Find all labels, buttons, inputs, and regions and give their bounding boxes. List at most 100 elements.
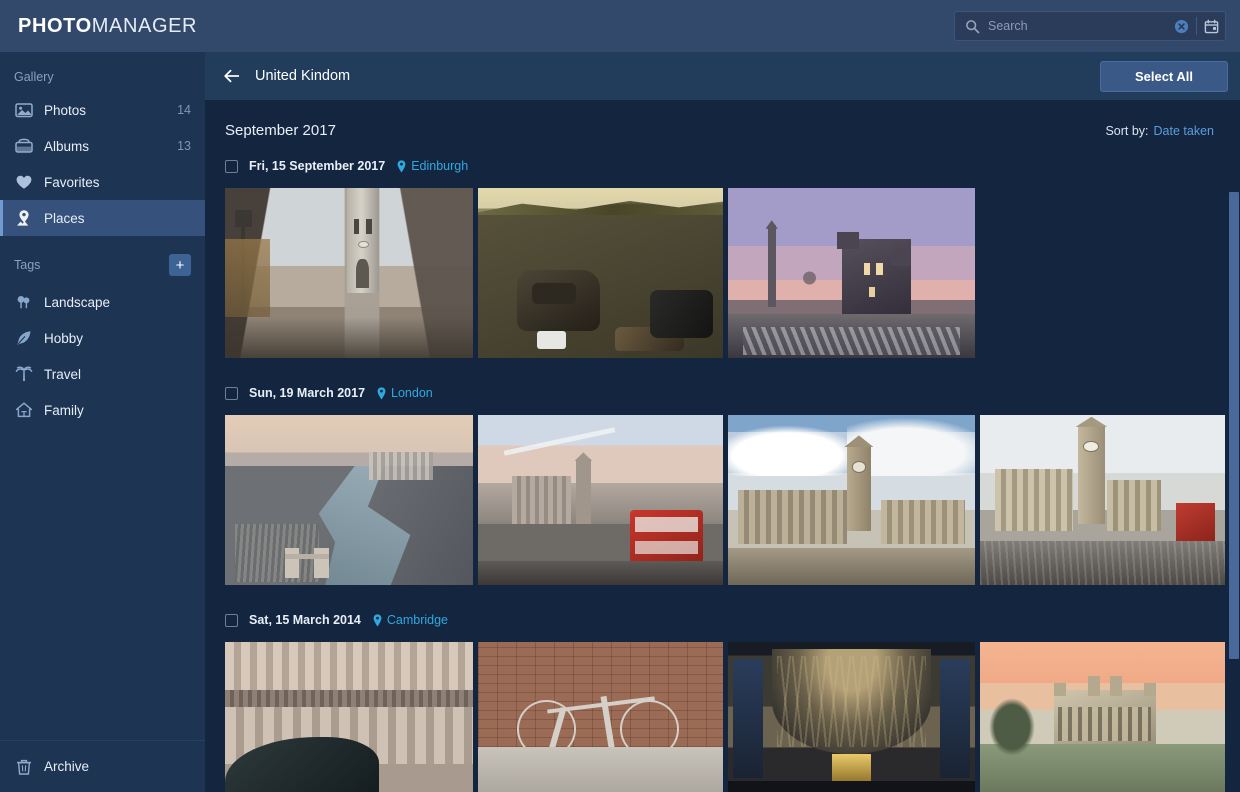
photo-thumbnail[interactable] <box>225 188 473 358</box>
group-date: Sun, 19 March 2017 <box>249 386 366 400</box>
westminster-bus-art <box>478 415 723 585</box>
gallery-label: Gallery <box>14 70 54 84</box>
app-logo: PHOTOMANAGER <box>18 15 197 38</box>
calendar-icon[interactable] <box>1204 19 1219 34</box>
photo-row <box>225 642 1228 792</box>
photo-thumbnail[interactable] <box>728 188 975 358</box>
sidebar-item-label: Landscape <box>44 294 111 310</box>
photo-thumbnail[interactable] <box>980 415 1225 585</box>
photo-group: Sun, 19 March 2017 London <box>205 380 1228 585</box>
sidebar-item-archive[interactable]: Archive <box>0 740 205 792</box>
sidebar-item-label: Family <box>44 402 84 418</box>
photo-thumbnail[interactable] <box>225 415 473 585</box>
sidebar-item-label: Places <box>44 210 85 226</box>
photo-group: Fri, 15 September 2017 Edinburgh <box>205 153 1228 358</box>
app-header: PHOTOMANAGER <box>0 0 1240 52</box>
group-place[interactable]: London <box>391 386 433 400</box>
map-pin-icon <box>373 613 382 627</box>
app-body: Gallery Photos 14 Albums 13 Favorites Pl… <box>0 52 1240 792</box>
select-all-button[interactable]: Select All <box>1099 60 1228 92</box>
main-content: United Kindom Select All September 2017 … <box>205 52 1240 792</box>
photo-thumbnail[interactable] <box>225 642 473 792</box>
search-bar[interactable] <box>954 11 1226 41</box>
search-input[interactable] <box>980 19 1174 33</box>
calton-hill-dusk-art <box>728 188 975 358</box>
chapel-ceiling-art <box>728 642 975 792</box>
sidebar-section-tags: Tags + <box>0 236 205 284</box>
sidebar-item-travel[interactable]: Travel <box>0 356 205 392</box>
sidebar: Gallery Photos 14 Albums 13 Favorites Pl… <box>0 52 205 792</box>
photo-group: Sat, 15 March 2014 Cambridge <box>205 607 1228 792</box>
group-checkbox[interactable] <box>225 386 238 400</box>
back-navigation[interactable]: United Kindom <box>223 67 350 85</box>
sidebar-item-family[interactable]: Family <box>0 392 205 428</box>
sidebar-item-photos[interactable]: Photos 14 <box>0 92 205 128</box>
feather-icon <box>14 328 34 348</box>
map-pin-icon <box>377 386 386 400</box>
sidebar-item-label: Albums <box>44 138 90 154</box>
albums-icon <box>14 136 34 156</box>
add-tag-button[interactable]: + <box>169 254 191 276</box>
brand-bold: PHOTO <box>18 14 92 37</box>
thames-aerial-art <box>225 415 473 585</box>
sidebar-item-favorites[interactable]: Favorites <box>0 164 205 200</box>
tags-label: Tags <box>14 258 41 272</box>
sidebar-item-landscape[interactable]: Landscape <box>0 284 205 320</box>
photo-group-header: Sun, 19 March 2017 London <box>225 380 1228 406</box>
group-checkbox[interactable] <box>225 159 238 173</box>
arrow-left-icon[interactable] <box>223 67 241 85</box>
house-icon <box>14 400 34 420</box>
photo-thumbnail[interactable] <box>478 188 723 358</box>
vertical-scrollbar-track[interactable] <box>1228 100 1240 792</box>
sort-label: Sort by: <box>1105 123 1149 138</box>
photo-thumbnail[interactable] <box>728 642 975 792</box>
bicycle-wall-art <box>478 642 723 792</box>
sort-by: Sort by: Date taken <box>1105 124 1214 138</box>
sidebar-item-count: 13 <box>177 139 191 153</box>
group-checkbox[interactable] <box>225 613 238 627</box>
tree-icon <box>14 292 34 312</box>
photo-thumbnail[interactable] <box>478 415 723 585</box>
sort-value[interactable]: Date taken <box>1154 124 1214 138</box>
edinburgh-street-art <box>225 188 473 358</box>
clear-circle-icon[interactable] <box>1174 19 1189 34</box>
photo-group-header: Sat, 15 March 2014 Cambridge <box>225 607 1228 633</box>
photo-thumbnail[interactable] <box>980 642 1225 792</box>
photo-thumbnail[interactable] <box>478 642 723 792</box>
photo-manager-window: PHOTOMANAGER Gallery <box>0 0 1240 792</box>
kings-sunset-art <box>980 642 1225 792</box>
photo-thumbnail[interactable] <box>728 415 975 585</box>
heart-icon <box>14 172 34 192</box>
sidebar-item-hobby[interactable]: Hobby <box>0 320 205 356</box>
sidebar-item-albums[interactable]: Albums 13 <box>0 128 205 164</box>
photo-row <box>225 188 1228 358</box>
archive-label: Archive <box>44 759 90 774</box>
sidebar-item-places[interactable]: Places <box>0 200 205 236</box>
content-toolbar: United Kindom Select All <box>205 52 1240 100</box>
month-header: September 2017 <box>225 122 336 139</box>
sidebar-item-label: Hobby <box>44 330 84 346</box>
sidebar-item-count: 14 <box>177 103 191 117</box>
hillside-backpack-art <box>478 188 723 358</box>
group-place[interactable]: Cambridge <box>387 613 448 627</box>
trash-icon <box>14 757 34 777</box>
group-date: Sat, 15 March 2014 <box>249 613 361 627</box>
bigben-rain-art <box>980 415 1225 585</box>
cambridge-facade-art <box>225 642 473 792</box>
photo-row <box>225 415 1228 585</box>
search-divider <box>1196 17 1197 35</box>
parliament-clouds-art <box>728 415 975 585</box>
photo-icon <box>14 100 34 120</box>
group-place[interactable]: Edinburgh <box>411 159 468 173</box>
map-pin-icon <box>397 159 406 173</box>
group-date: Fri, 15 September 2017 <box>249 159 386 173</box>
breadcrumb: United Kindom <box>255 68 351 84</box>
search-icon <box>965 19 980 34</box>
palm-tree-icon <box>14 364 34 384</box>
sidebar-item-label: Travel <box>44 366 82 382</box>
sidebar-section-gallery: Gallery <box>0 64 205 92</box>
sidebar-item-label: Favorites <box>44 174 100 190</box>
photo-group-header: Fri, 15 September 2017 Edinburgh <box>225 153 1228 179</box>
sidebar-item-label: Photos <box>44 102 87 118</box>
vertical-scrollbar-thumb[interactable] <box>1229 192 1239 659</box>
